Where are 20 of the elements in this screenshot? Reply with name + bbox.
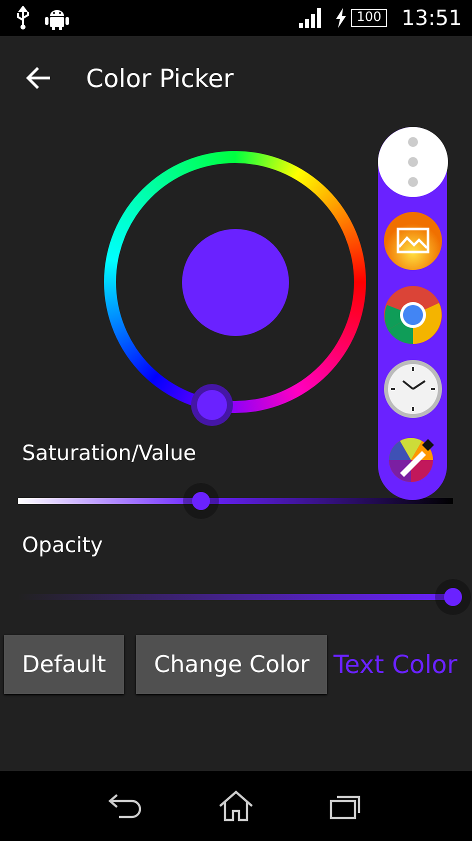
back-icon[interactable] [107, 793, 144, 819]
more-icon[interactable] [378, 127, 448, 197]
tricolor-circle-icon[interactable] [382, 285, 442, 345]
gallery-icon[interactable] [382, 211, 442, 271]
clock-time: 13:51 [401, 6, 462, 30]
home-icon[interactable] [218, 790, 254, 822]
battery-level: 100 [350, 9, 388, 27]
slider-label: Saturation/Value [22, 441, 198, 465]
slider-thumb[interactable] [444, 588, 462, 606]
slider-label: Opacity [22, 533, 104, 557]
signal-icon [298, 8, 321, 28]
back-arrow-icon[interactable] [26, 66, 52, 90]
action-button[interactable]: Change Color [136, 635, 328, 694]
action-button[interactable]: Default [4, 635, 124, 694]
slider-thumb[interactable] [192, 492, 210, 510]
usb-icon [16, 6, 30, 30]
screen-title: Color Picker [86, 64, 234, 92]
charging-icon [334, 8, 347, 28]
clock-icon[interactable] [382, 359, 442, 419]
text-color-label: Text Color [333, 650, 458, 679]
